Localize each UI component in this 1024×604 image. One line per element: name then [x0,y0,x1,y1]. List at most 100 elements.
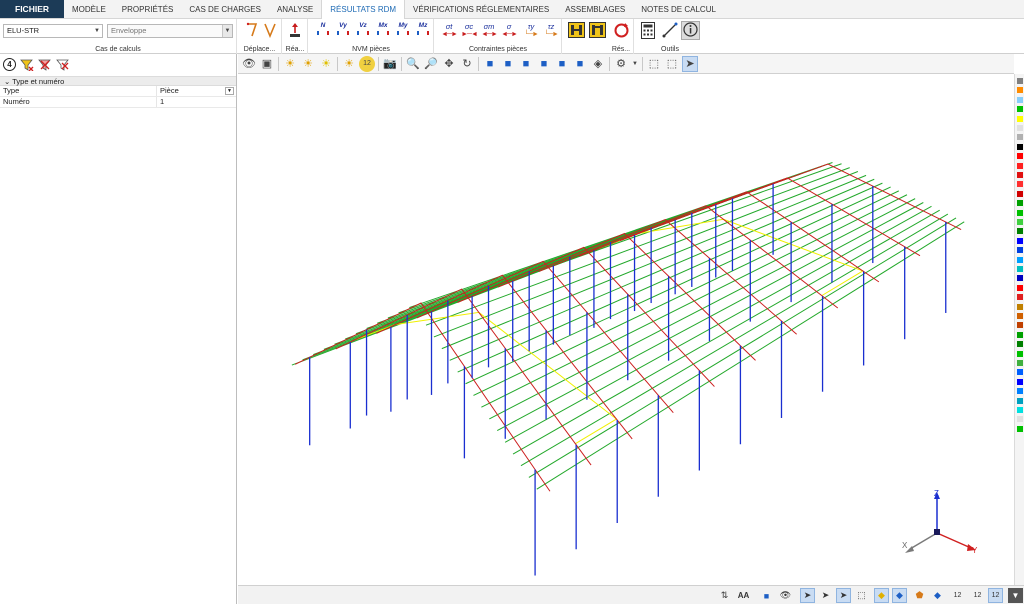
color-swatch[interactable] [1017,200,1023,207]
view-cube-right-icon[interactable]: ■ [536,56,552,72]
sort-icon[interactable]: ⇅ [717,588,732,603]
view-cube-left-icon[interactable]: ■ [518,56,534,72]
display-node-icon[interactable]: ◆ [874,588,889,603]
color-swatch[interactable] [1017,369,1023,376]
display-bar-icon[interactable]: ◆ [892,588,907,603]
color-swatch[interactable] [1017,125,1023,131]
zoom-icon[interactable]: 🔍 [405,56,421,72]
color-swatch[interactable] [1017,190,1023,197]
color-swatch[interactable] [1017,134,1023,141]
nvm-vz-button[interactable]: Vz [354,22,372,39]
tab-assemblages[interactable]: ASSEMBLAGES [557,0,633,18]
color-swatch[interactable] [1017,407,1023,413]
select-box-icon[interactable]: ⬚ [646,56,662,72]
color-swatch[interactable] [1017,256,1023,263]
rafter[interactable] [294,302,551,492]
select-window-icon[interactable]: ⬚ [854,588,869,603]
select-lasso-icon[interactable]: ⬚ [664,56,680,72]
visibility-icon[interactable]: 👁 [778,588,793,603]
filter-count-badge[interactable]: 4 [3,57,16,71]
3d-viewport[interactable]: Z Y X [238,74,1014,585]
color-swatch[interactable] [1017,360,1023,366]
stress-section-alt-button[interactable] [588,22,606,39]
color-swatch[interactable] [1017,96,1023,103]
color-swatch[interactable] [1017,143,1023,150]
color-swatch[interactable] [1017,275,1023,282]
tab-notes-de-calcul[interactable]: NOTES DE CALCUL [633,0,724,18]
view-cube-top-icon[interactable]: ■ [554,56,570,72]
property-value-numero[interactable]: 1 [157,97,236,107]
select-face-icon[interactable]: ➤ [836,588,851,603]
color-swatch[interactable] [1017,284,1023,291]
display-options-icon[interactable]: ⚙ [613,56,629,72]
zoom-window-icon[interactable]: 🔎 [423,56,439,72]
rafter[interactable] [700,163,962,230]
tab-modele[interactable]: MODÈLE [64,0,114,18]
displacement-bar-button[interactable] [261,22,279,39]
tab-resultats-rdm[interactable]: RÉSULTATS RDM [321,0,406,20]
numbered-badge-icon[interactable]: 12 [359,55,375,72]
envelope-combo[interactable]: Enveloppe ▼ [107,24,233,38]
color-swatch[interactable] [1017,162,1023,169]
measure-tool-icon[interactable] [661,22,679,39]
numbering-bar-icon[interactable]: 12 [970,588,985,603]
filter-remove-icon[interactable] [37,57,52,71]
load-case-combo[interactable]: ELU-STR ▼ [3,24,103,38]
color-swatch[interactable] [1017,341,1023,348]
rafter[interactable] [457,246,715,387]
color-swatch[interactable] [1017,209,1023,216]
tab-file[interactable]: FICHIER [0,0,64,18]
tab-proprietes[interactable]: PROPRIÉTÉS [114,0,182,18]
display-support-icon[interactable]: ⬟ [912,588,927,603]
property-value-type[interactable]: Pièce ▼ [157,86,236,96]
reactions-button[interactable] [286,22,304,39]
tab-verifications-reglementaires[interactable]: VÉRIFICATIONS RÉGLEMENTAIRES [405,0,557,18]
nvm-mz-button[interactable]: Mz [414,22,432,39]
light-spot-icon[interactable]: ☀ [300,56,316,72]
tab-analyse[interactable]: ANALYSE [269,0,321,18]
filter-clear-icon[interactable] [55,57,70,71]
color-swatch[interactable] [1017,397,1023,404]
chevron-down-icon[interactable]: ▼ [225,87,234,95]
color-swatch[interactable] [1017,181,1023,188]
view-cube-front-icon[interactable]: ■ [482,56,498,72]
section-type-et-numero[interactable]: ⌄ Type et numéro [0,76,236,86]
color-swatch[interactable] [1017,228,1023,235]
light-sun-icon[interactable]: ☀ [318,56,334,72]
view-iso-icon[interactable]: ◈ [590,56,606,72]
color-swatch[interactable] [1017,87,1023,94]
chevron-down-icon[interactable]: ▼ [631,56,639,72]
nvm-n-button[interactable]: N [314,22,332,39]
color-swatch[interactable] [1017,153,1023,160]
color-swatch[interactable] [1017,106,1023,113]
view-visibility-icon[interactable]: 👁 [241,56,257,72]
stress-tau-y-button[interactable]: τy └─► [522,22,540,39]
numbering-node-icon[interactable]: 12 [950,588,965,603]
color-swatch[interactable] [1017,172,1023,178]
display-face-icon[interactable]: ◆ [930,588,945,603]
rotate-icon[interactable]: ↻ [459,56,475,72]
color-swatch[interactable] [1017,388,1023,395]
text-size-button[interactable]: AA [736,588,751,603]
color-swatch[interactable] [1017,425,1023,432]
stress-sigma-t-button[interactable]: σt ◄─► [440,22,458,39]
color-swatch[interactable] [1017,331,1023,338]
numbering-face-icon[interactable]: 12 [988,588,1003,603]
stress-tau-z-button[interactable]: τz └─► [542,22,560,39]
nvm-my-button[interactable]: My [394,22,412,39]
color-swatch[interactable] [1017,219,1023,225]
color-swatch[interactable] [1017,350,1023,357]
light-cloud-icon[interactable]: ☀ [282,56,298,72]
stress-sigma-m-button[interactable]: σm ◄─► [480,22,498,39]
displacement-node-button[interactable] [243,22,261,39]
color-swatch[interactable] [1017,237,1023,244]
refresh-results-icon[interactable] [612,22,630,39]
color-swatch[interactable] [1017,78,1023,84]
color-swatch[interactable] [1017,416,1023,423]
color-swatch[interactable] [1017,313,1023,319]
camera-icon[interactable]: 📷 [382,56,398,72]
stress-sigma-c-button[interactable]: σc ►─◄ [460,22,478,39]
color-swatch[interactable] [1017,322,1023,329]
filter-icon[interactable] [19,57,34,71]
color-swatch[interactable] [1017,247,1023,254]
